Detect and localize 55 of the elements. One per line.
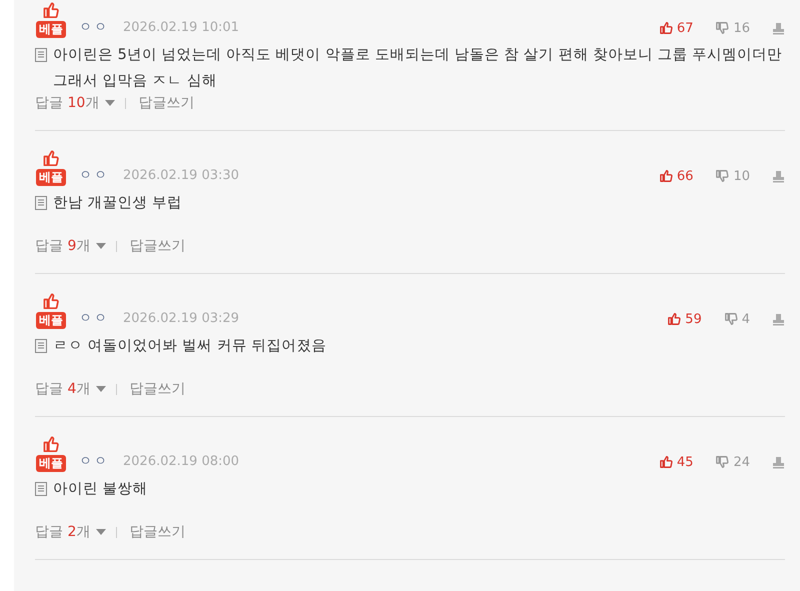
comment-text: 한남 개꿀인생 부럽 bbox=[53, 194, 182, 213]
dislike-count: 16 bbox=[733, 20, 750, 36]
dislike-count: 4 bbox=[742, 312, 750, 326]
author-name[interactable]: ㅇㅇ bbox=[79, 166, 109, 186]
thumbs-up-icon bbox=[42, 150, 60, 166]
memo-icon bbox=[35, 482, 47, 496]
caret-icon[interactable] bbox=[96, 529, 106, 535]
dislike-count: 10 bbox=[733, 168, 750, 184]
like-count: 66 bbox=[676, 168, 694, 184]
like-count: 67 bbox=[676, 20, 694, 36]
comment-date: 2026.02.19 10:01 bbox=[123, 19, 240, 37]
best-comment-badge: 베플 bbox=[36, 312, 66, 329]
dislike-icon[interactable] bbox=[715, 169, 730, 183]
comment-text: 아이린 불쌍해 bbox=[53, 480, 148, 499]
report-icon[interactable] bbox=[772, 456, 785, 468]
comment-text: 아이린은 5년이 넘었는데 아직도 베댓이 악플로 도배되는데 남돌은 참 살기 편해 찾아보니 그룹 푸시멤이더만 그래서 입막음 ㅈㄴ 심해 bbox=[53, 46, 784, 91]
thumbs-up-icon bbox=[42, 436, 60, 452]
comment-date: 2026.02.19 08:00 bbox=[123, 453, 240, 471]
memo-icon bbox=[35, 48, 47, 62]
like-count: 45 bbox=[676, 454, 694, 470]
write-reply-link[interactable]: 답글쓰기 bbox=[129, 237, 186, 255]
comment-date: 2026.02.19 03:30 bbox=[123, 167, 240, 185]
caret-icon[interactable] bbox=[105, 100, 116, 106]
reply-count[interactable]: 답글 2개 bbox=[35, 523, 90, 541]
like-icon[interactable] bbox=[658, 169, 673, 183]
report-icon[interactable] bbox=[772, 312, 785, 326]
best-comment-badge: 베플 bbox=[36, 169, 66, 186]
comment-text: ㄹㅇ 여돌이었어봐 벌써 커뮤 뒤집어졌음 bbox=[53, 337, 326, 356]
like-count: 59 bbox=[685, 312, 702, 326]
dislike-count: 24 bbox=[733, 454, 750, 470]
caret-icon[interactable] bbox=[96, 386, 106, 392]
dislike-icon[interactable] bbox=[715, 21, 730, 35]
like-icon[interactable] bbox=[658, 21, 673, 35]
best-comment-badge: 베플 bbox=[36, 455, 66, 472]
thumbs-up-icon bbox=[42, 293, 60, 309]
like-icon[interactable] bbox=[667, 312, 682, 326]
comment-date: 2026.02.19 03:29 bbox=[123, 310, 240, 328]
like-icon[interactable] bbox=[658, 455, 673, 469]
author-name[interactable]: ㅇㅇ bbox=[79, 452, 109, 472]
best-comment-badge: 베플 bbox=[36, 21, 66, 38]
author-name[interactable]: ㅇㅇ bbox=[79, 309, 109, 329]
memo-icon bbox=[35, 196, 47, 210]
reply-count[interactable]: 답글 4개 bbox=[35, 380, 90, 398]
caret-icon[interactable] bbox=[96, 243, 106, 249]
report-icon[interactable] bbox=[772, 22, 785, 34]
write-reply-link[interactable]: 답글쓰기 bbox=[129, 523, 186, 541]
dislike-icon[interactable] bbox=[724, 312, 738, 326]
report-icon[interactable] bbox=[772, 170, 785, 182]
reply-count[interactable]: 답글 9개 bbox=[35, 237, 90, 255]
memo-icon bbox=[35, 339, 47, 353]
write-reply-link[interactable]: 답글쓰기 bbox=[129, 380, 186, 398]
reply-count[interactable]: 답글 10개 bbox=[35, 94, 100, 112]
author-name[interactable]: ㅇㅇ bbox=[79, 18, 109, 38]
dislike-icon[interactable] bbox=[715, 455, 730, 469]
write-reply-link[interactable]: 답글쓰기 bbox=[138, 94, 194, 112]
